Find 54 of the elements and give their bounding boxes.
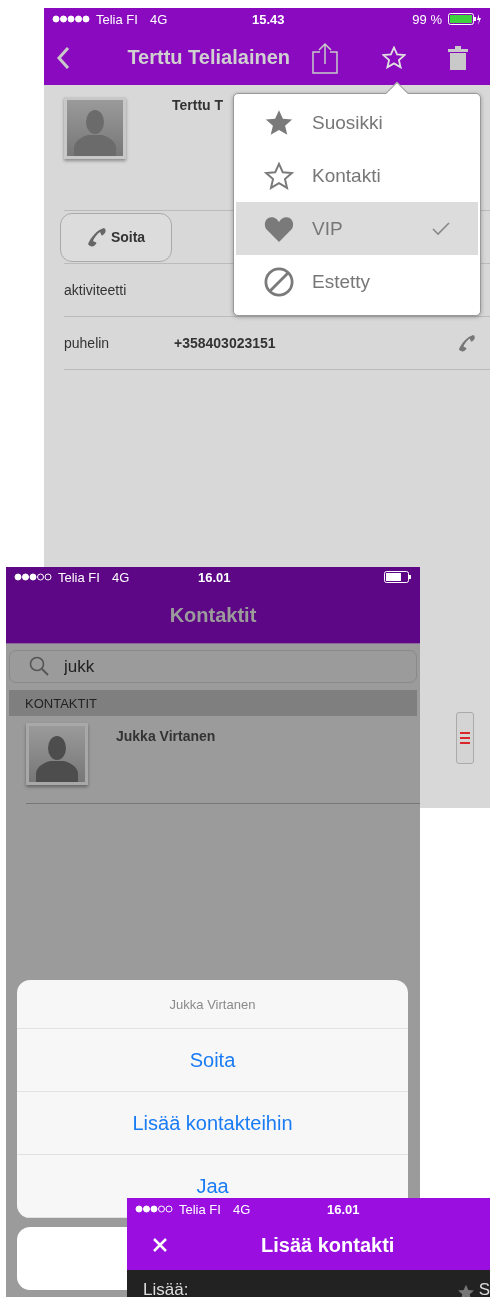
menu-item[interactable]: Suosikki <box>236 96 478 149</box>
section-header: KONTAKTIT <box>9 690 417 716</box>
call-icon-button[interactable] <box>458 334 476 352</box>
search-icon <box>29 656 49 676</box>
star-outline-icon <box>264 161 294 190</box>
trash-button[interactable] <box>448 45 468 70</box>
contact-title: Terttu Telialainen <box>127 46 290 69</box>
contact-name: Jukka Virtanen <box>116 727 216 746</box>
time-text: 15.43 <box>252 11 285 27</box>
phone-number: +358403023151 <box>174 335 277 351</box>
menu-item[interactable]: Estetty <box>236 255 478 308</box>
phone-icon <box>86 227 107 247</box>
back-button[interactable] <box>56 45 70 70</box>
menu-item[interactable]: VIP <box>236 202 478 255</box>
sheet-action[interactable]: Soita <box>17 1029 408 1092</box>
screen-title: Lisää kontakti <box>261 1233 395 1257</box>
heart-icon <box>264 215 294 242</box>
carrier-text: Telia FI <box>58 569 100 585</box>
menu-item[interactable]: Kontakti <box>236 149 478 202</box>
battery-text: 99 % <box>412 11 442 27</box>
star-button[interactable] <box>382 46 406 69</box>
signal-icon <box>14 573 52 581</box>
person-silhouette-icon <box>74 108 116 156</box>
share-button[interactable] <box>312 41 338 74</box>
sheet-action[interactable]: Lisää kontakteihin <box>17 1092 408 1155</box>
signal-icon <box>135 1205 173 1213</box>
add-label: Lisää: <box>143 1280 189 1297</box>
network-text: 4G <box>232 1201 251 1217</box>
person-silhouette-icon <box>36 734 78 782</box>
signal-icon <box>52 15 90 23</box>
carrier-text: Telia FI <box>179 1201 221 1217</box>
time-text: 16.01 <box>327 1201 360 1217</box>
field-label: puhelin <box>64 335 111 351</box>
option-label: S <box>478 1280 490 1297</box>
star-icon <box>456 1284 475 1297</box>
star-icon <box>264 108 294 137</box>
battery-icon <box>384 571 412 583</box>
menu-handle[interactable] <box>456 712 474 764</box>
network-text: 4G <box>149 11 168 27</box>
sheet-title: Jukka Virtanen <box>17 980 408 1029</box>
field-label: aktiviteetti <box>64 282 128 298</box>
contact-row[interactable]: Jukka Virtanen <box>26 716 420 804</box>
blocked-icon <box>264 266 294 297</box>
checkmark-icon <box>432 221 450 236</box>
carrier-text: Telia FI <box>96 11 138 27</box>
search-field[interactable]: jukk <box>9 650 417 683</box>
phone-icon <box>458 334 476 352</box>
time-text: 16.01 <box>198 569 231 585</box>
contact-name: Terttu T <box>172 97 224 115</box>
call-button[interactable]: Soita <box>60 212 172 262</box>
close-button[interactable] <box>153 1238 167 1252</box>
battery-charging-icon <box>448 13 482 25</box>
screen-title: Kontaktit <box>169 603 257 627</box>
network-text: 4G <box>111 569 130 585</box>
